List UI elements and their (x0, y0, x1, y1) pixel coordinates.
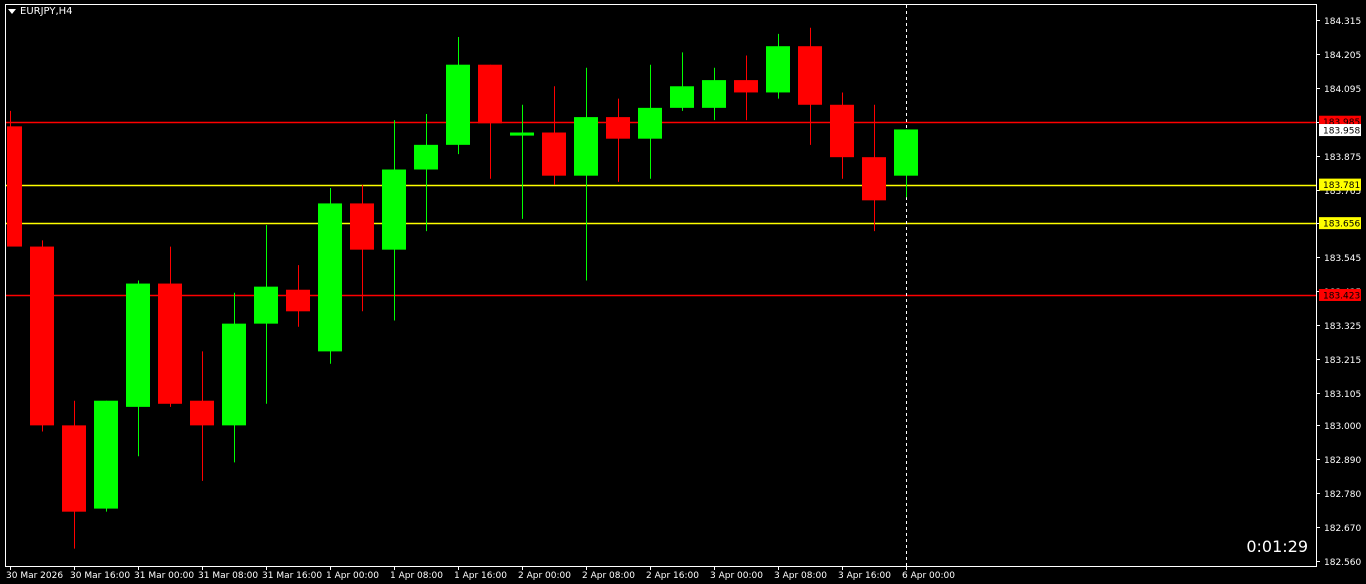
candle (606, 98, 630, 182)
x-tick-label: 30 Mar 16:00 (70, 571, 130, 581)
x-tick-label: 6 Apr 00:00 (902, 571, 955, 581)
candle-timer: 0:01:29 (1246, 537, 1308, 556)
y-tick-label: 183.215 (1324, 356, 1361, 366)
x-tick-label: 31 Mar 08:00 (198, 571, 258, 581)
candle (126, 280, 150, 457)
y-tick-label: 182.890 (1324, 456, 1361, 466)
x-tick-label: 3 Apr 16:00 (838, 571, 891, 581)
candle (446, 36, 470, 155)
dropdown-arrow-icon[interactable] (8, 9, 16, 14)
candle-body (478, 64, 502, 124)
x-tick-label: 1 Apr 16:00 (454, 571, 507, 581)
x-tick-label: 2 Apr 08:00 (582, 571, 635, 581)
candle-body (702, 80, 726, 108)
candle-body (734, 80, 758, 93)
level-lines (6, 121, 1316, 297)
candles (7, 27, 918, 549)
candle (638, 64, 662, 179)
candle (190, 351, 214, 481)
y-tick-label: 184.095 (1324, 85, 1361, 95)
candle (542, 86, 566, 185)
candle (350, 184, 374, 312)
level-price-label: 183.423 (1323, 291, 1360, 301)
candle (830, 92, 854, 179)
candle-body (766, 46, 790, 93)
time-axis: 30 Mar 2026 30 Mar 16:00 31 Mar 00:00 31 Ma… (6, 566, 955, 581)
candle-body (30, 246, 54, 426)
candle (222, 292, 246, 463)
price-chart[interactable]: 184.315184.205184.095183.985183.875183.7… (0, 0, 1366, 584)
candle-body (830, 104, 854, 158)
candle-body (62, 425, 86, 512)
current-price-label: 183.958 (1323, 127, 1360, 137)
candle (414, 114, 438, 232)
plot-frame (5, 4, 1317, 567)
candle-body (94, 400, 118, 509)
symbol-label[interactable]: EURJPY,H4 (8, 6, 73, 17)
x-tick-label: 2 Apr 16:00 (646, 571, 699, 581)
y-tick-label: 182.780 (1324, 490, 1361, 500)
candle (318, 188, 342, 364)
y-tick-label: 183.875 (1324, 153, 1361, 163)
candle (30, 240, 54, 432)
candle-body (350, 203, 374, 250)
candle (158, 246, 182, 407)
y-tick-label: 184.205 (1324, 51, 1361, 61)
y-tick-label: 182.670 (1324, 524, 1361, 534)
candle-body (7, 126, 22, 247)
candle (670, 52, 694, 111)
candle (798, 27, 822, 145)
candle-body (126, 283, 150, 407)
candle-body (574, 117, 598, 176)
candle (478, 64, 502, 179)
candle (574, 67, 598, 281)
level-price-label: 183.656 (1323, 220, 1360, 230)
price-labels: 183.985183.781183.656183.423183.958 (1319, 115, 1361, 301)
candle-body (318, 203, 342, 352)
candle (862, 104, 886, 232)
candle-body (894, 129, 918, 176)
candle-body (670, 86, 694, 108)
candle-body (414, 144, 438, 170)
level-price-label: 183.781 (1323, 181, 1360, 191)
y-tick-label: 183.105 (1324, 390, 1361, 400)
candle-body (798, 46, 822, 105)
candle-body (510, 132, 534, 136)
y-tick-label: 183.545 (1324, 254, 1361, 264)
candle-body (254, 286, 278, 324)
y-tick-label: 183.000 (1324, 422, 1361, 432)
candle (7, 110, 22, 247)
x-tick-label: 2 Apr 00:00 (518, 571, 571, 581)
candle-body (158, 283, 182, 404)
candle (94, 400, 118, 512)
x-tick-label: 3 Apr 00:00 (710, 571, 763, 581)
x-tick-label: 1 Apr 00:00 (326, 571, 379, 581)
x-tick-label: 31 Mar 16:00 (262, 571, 322, 581)
candle (734, 55, 758, 121)
x-tick-label: 31 Mar 00:00 (134, 571, 194, 581)
symbol-text: EURJPY,H4 (20, 6, 73, 17)
candle-body (862, 157, 886, 201)
candle-body (190, 400, 214, 426)
y-tick-label: 182.560 (1324, 558, 1361, 568)
candle (894, 129, 918, 198)
x-tick-label: 1 Apr 08:00 (390, 571, 443, 581)
candle (254, 224, 278, 404)
candle (702, 67, 726, 121)
candle-body (638, 107, 662, 139)
candle (766, 33, 790, 99)
y-tick-label: 184.315 (1324, 17, 1361, 27)
candle-body (446, 64, 470, 145)
candle-body (286, 289, 310, 312)
candle (382, 120, 406, 321)
y-tick-label: 183.325 (1324, 322, 1361, 332)
candle (286, 265, 310, 327)
candle-body (382, 169, 406, 250)
candle-body (606, 117, 630, 139)
x-tick-label: 3 Apr 08:00 (774, 571, 827, 581)
candle-body (222, 323, 246, 426)
candle (62, 400, 86, 549)
candle-body (542, 132, 566, 176)
x-tick-label: 30 Mar 2026 (6, 571, 63, 581)
